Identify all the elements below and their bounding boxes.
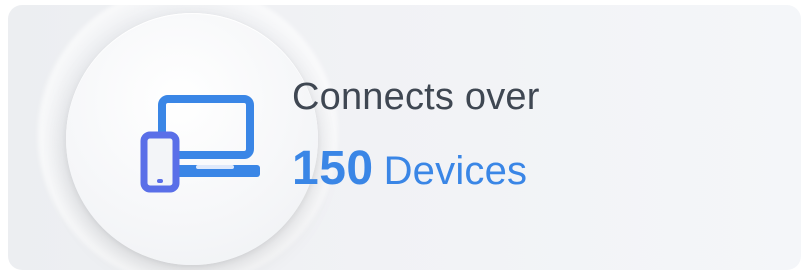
feature-text: Connects over 150 Devices [292,75,772,215]
count-label: Devices [383,149,528,193]
feature-card: Connects over 150 Devices [8,5,801,270]
laptop-and-phone-icon [140,95,260,193]
headline: Connects over [292,76,540,118]
count-number: 150 [292,142,374,195]
device-count: 150 Devices [292,141,527,199]
